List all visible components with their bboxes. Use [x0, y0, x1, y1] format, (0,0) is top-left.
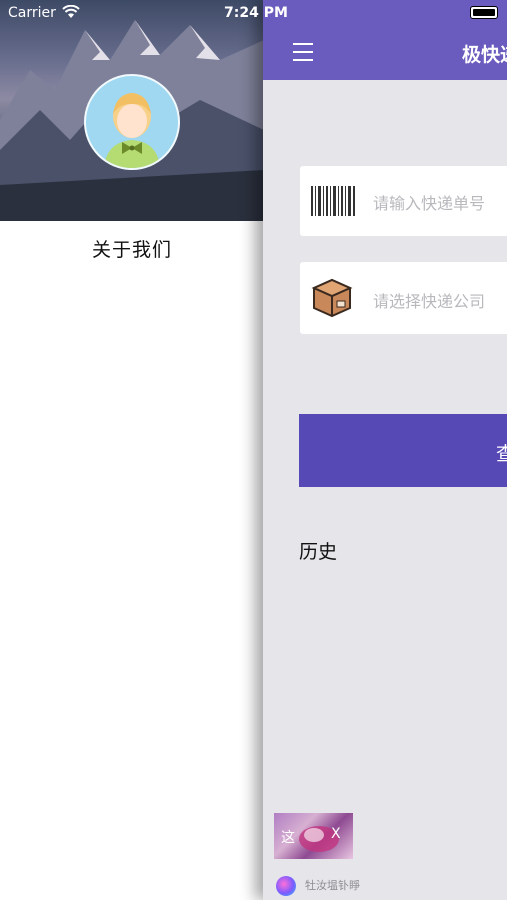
about-us-item[interactable]: 关于我们: [0, 235, 264, 262]
page-title: 极快递: [462, 44, 507, 66]
courier-company-placeholder: 请选择快递公司: [373, 292, 486, 311]
status-time: 7:24 PM: [224, 5, 288, 21]
query-button[interactable]: [299, 414, 507, 487]
ad-brand-text: 牡汝塭钋睜: [305, 879, 360, 892]
ad-logo-icon: [276, 876, 296, 896]
side-drawer: 关于我们: [0, 0, 264, 900]
main-panel: 极快递 请输入快递单号 请选择快递公司 查 历史: [263, 0, 507, 900]
history-heading: 历史: [299, 541, 338, 563]
ad-close-icon[interactable]: X: [331, 826, 341, 842]
tracking-number-placeholder: 请输入快递单号: [373, 194, 486, 213]
tracking-number-field[interactable]: 请输入快递单号: [300, 166, 507, 236]
avatar[interactable]: [84, 74, 180, 170]
barcode-icon: [311, 186, 355, 216]
menu-icon[interactable]: [293, 43, 313, 61]
package-box-icon: [311, 278, 353, 318]
carrier-label: Carrier: [8, 5, 56, 21]
courier-company-field[interactable]: 请选择快递公司: [300, 262, 507, 334]
ad-banner-thumbnail[interactable]: 这 X: [274, 813, 353, 859]
battery-icon: [470, 6, 498, 19]
wifi-icon: [62, 5, 80, 18]
ad-thumb-text: 这: [281, 830, 295, 846]
drawer-header-mountain-image: [0, 0, 264, 221]
query-button-label: 查: [496, 443, 507, 465]
status-bar: Carrier 7:24 PM: [0, 0, 507, 26]
